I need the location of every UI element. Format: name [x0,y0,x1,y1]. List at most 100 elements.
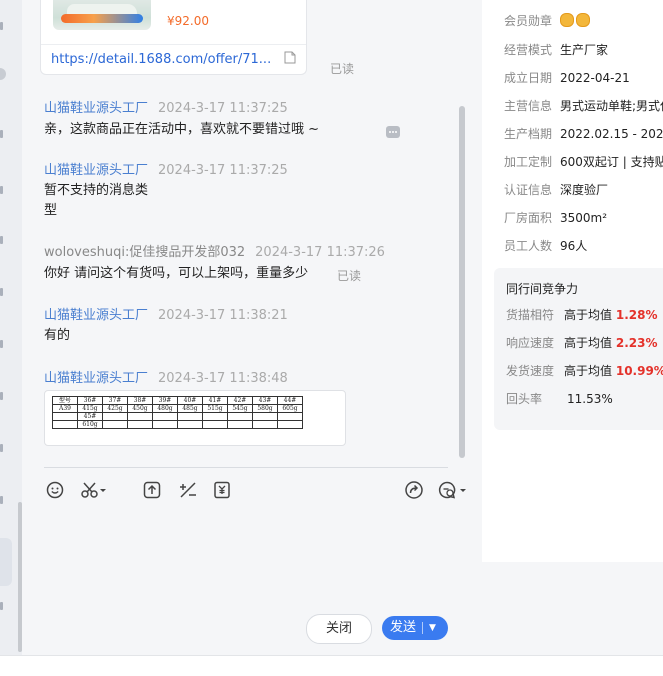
chevron-down-icon[interactable]: ▼ [429,616,436,640]
metric-prefix: 高于均值 [564,336,613,350]
size-table-cell: 36# [77,396,103,405]
size-table-cell: 37# [102,396,128,405]
info-row: 认证信息 深度验厂 [504,181,608,198]
send-button[interactable]: 发送 ▼ [382,616,448,640]
share-icon[interactable] [402,478,426,502]
sender-name[interactable]: 山猫鞋业源头工厂 [44,163,148,178]
size-table-cell: 41# [202,396,228,405]
competitiveness-row: 货描相符高于均值 1.28% ↑ [506,306,663,323]
document-icon[interactable] [284,51,296,64]
size-table-cell: 42# [227,396,253,405]
send-button-divider [422,622,423,634]
sender-name[interactable]: woloveshuqi:促佳搜品开发部032 [44,245,245,260]
chat-scrollbar[interactable] [459,106,465,458]
toolbar-divider [44,467,448,468]
scissors-icon[interactable] [78,478,108,502]
info-value: 600双起订 | 支持贴 [560,155,663,169]
info-key: 加工定制 [504,155,553,169]
size-table-cell: 450g [127,404,153,413]
size-table-cell [202,412,228,421]
sender-name[interactable]: 山猫鞋业源头工厂 [44,101,148,116]
close-button[interactable]: 关闭 [306,614,372,644]
size-table-cell: 43# [252,396,278,405]
sender-name[interactable]: 山猫鞋业源头工厂 [44,371,148,386]
metric-name: 货描相符 [506,308,555,322]
sidebar-mark [0,496,3,504]
quick-reply-icon[interactable] [176,478,200,502]
info-value: 3500m² [560,211,608,225]
size-table-cell: 485g [177,404,203,413]
size-table-cell: 610g [77,420,103,429]
message-list: ¥92.00 https://detail.1688.com/offer/71.… [40,0,460,462]
message-text: 亲，这款商品正在活动中，喜欢就不要错过哦 ~ [44,122,320,137]
size-table-cell [127,412,153,421]
size-table-cell [152,420,178,429]
product-card[interactable]: ¥92.00 https://detail.1688.com/offer/71.… [40,0,307,75]
bottom-bar [0,655,663,676]
message-header: 山猫鞋业源头工厂 2024-3-17 11:38:21 [44,304,288,323]
card-divider [41,44,306,45]
size-table-cell [277,420,303,429]
metric-value: 11.53% [567,392,613,406]
read-status: 已读 [330,62,355,76]
medal-icon [576,13,590,27]
supplier-info-panel: 会员勋章 经营模式 生产厂家 成立日期 2022-04-21 主营信息 男式运动单鞋;… [482,0,663,562]
size-table-cell [177,412,203,421]
size-table-row: 610g [52,420,303,429]
info-row: 生产档期 2022.02.15 - 2023 [504,125,663,142]
more-options-icon[interactable] [386,126,400,138]
upload-icon[interactable] [140,478,164,502]
message-time: 2024-3-17 11:37:25 [158,101,288,116]
competitiveness-row: 响应速度高于均值 2.23% ↑ [506,334,663,351]
info-value: 生产厂家 [560,43,609,57]
sidebar-mark [0,602,3,610]
info-value: 2022.02.15 - 2023 [560,127,663,141]
chat-panel: ¥92.00 https://detail.1688.com/offer/71.… [22,0,468,655]
info-value: 深度验厂 [560,183,609,197]
size-table-cell [52,412,78,421]
size-table-cell: 515g [202,404,228,413]
message-header: 山猫鞋业源头工厂 2024-3-17 11:37:25 [44,159,288,178]
metric-name: 发货速度 [506,364,555,378]
info-key: 经营模式 [504,43,553,57]
info-value: 2022-04-21 [560,71,630,85]
info-row-medal: 会员勋章 [504,12,592,29]
message-time: 2024-3-17 11:37:26 [255,245,385,260]
info-row: 主营信息 男式运动单鞋;男式休 [504,97,663,114]
chat-settings-icon[interactable] [436,478,468,502]
product-price: ¥92.00 [167,14,209,28]
sidebar-scroll-dot [0,68,6,80]
competitiveness-title: 同行间竞争力 [506,282,579,296]
info-key: 厂房面积 [504,211,553,225]
sidebar-mark [0,130,3,138]
info-key: 员工人数 [504,239,553,253]
sender-name[interactable]: 山猫鞋业源头工厂 [44,308,148,323]
metric-prefix: 高于均值 [564,364,613,378]
metric-name: 响应速度 [506,336,555,350]
message-text: 型 [44,203,58,218]
product-image[interactable] [53,0,151,30]
size-table-row: A39 415g 425g 450g 480g 485g 515g 545g 580g 605g [52,404,303,413]
sidebar-active-item[interactable] [0,538,12,586]
metric-prefix: 高于均值 [564,308,613,322]
message-time: 2024-3-17 11:37:25 [158,163,288,178]
info-row: 厂房面积 3500m² [504,209,607,226]
info-row: 成立日期 2022-04-21 [504,69,630,86]
metric-name: 回头率 [506,392,543,406]
size-table-cell: 580g [252,404,278,413]
size-table-cell [177,420,203,429]
message-time: 2024-3-17 11:38:21 [158,308,288,323]
size-table-cell: 605g [277,404,303,413]
info-key: 认证信息 [504,183,553,197]
product-link[interactable]: https://detail.1688.com/offer/71... [51,52,271,67]
size-table-cell: 38# [127,396,153,405]
coupon-icon[interactable] [210,478,234,502]
message-text: 你好 请问这个有货吗，可以上架吗，重量多少 [44,266,309,281]
size-table-cell [277,412,303,421]
emoji-icon[interactable] [44,478,68,502]
size-chart-image[interactable]: 型号 36# 37# 38# 39# 40# 41# 42# 43# 44# A39 415g 425g… [44,390,346,446]
info-key: 主营信息 [504,99,553,113]
size-table-cell: 415g [77,404,103,413]
medal-icon [560,13,574,27]
size-table-cell: 39# [152,396,178,405]
